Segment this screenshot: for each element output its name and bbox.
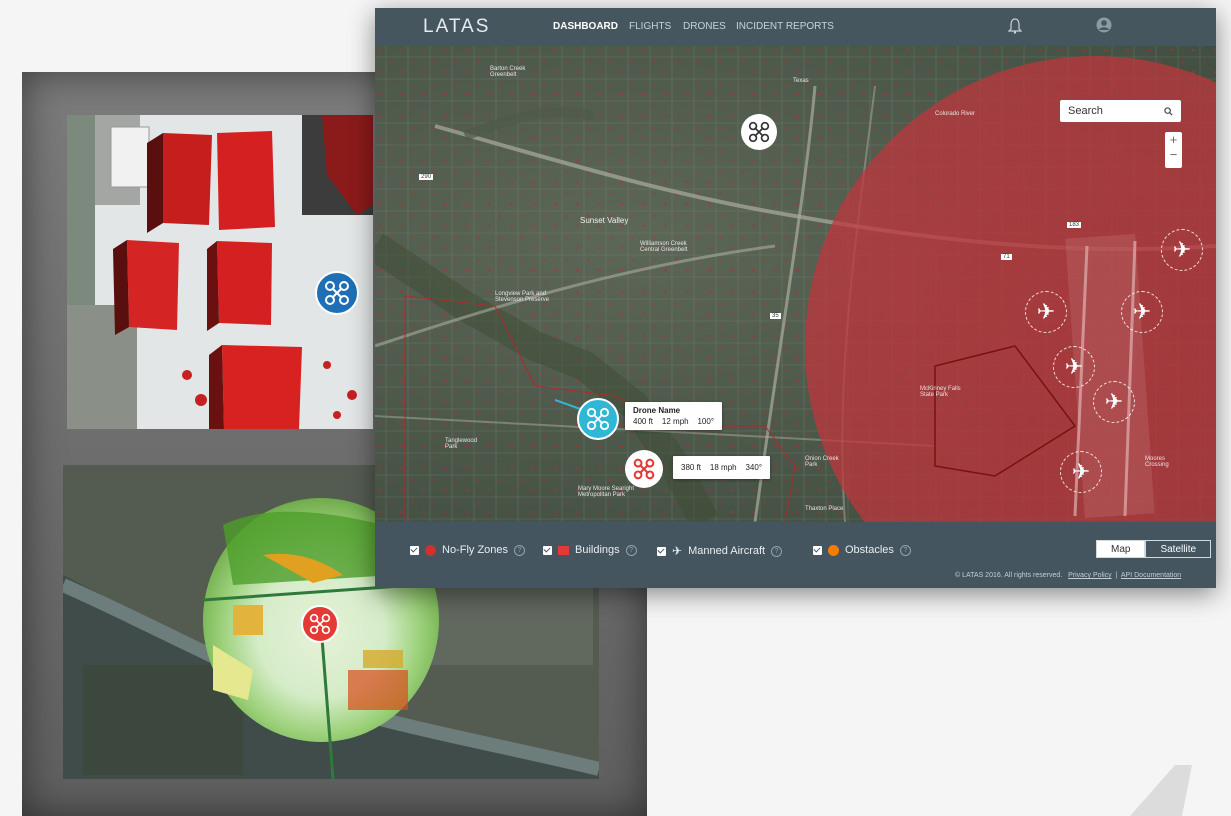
- plane-icon: ✈: [1071, 459, 1091, 484]
- nav-incident-reports[interactable]: INCIDENT REPORTS: [736, 21, 834, 32]
- zoom-control: + −: [1165, 132, 1182, 168]
- drone-speed: 12 mph: [661, 417, 689, 426]
- drone-icon: [586, 407, 610, 431]
- plane-icon: ✈: [672, 544, 683, 558]
- legend-label: Obstacles: [845, 544, 894, 556]
- drone-marker-red: [301, 605, 339, 643]
- legend-label: Buildings: [575, 544, 620, 556]
- manned-aircraft-marker[interactable]: ✈: [1053, 346, 1095, 388]
- api-documentation-link[interactable]: API Documentation: [1121, 572, 1181, 579]
- drone-altitude: 400 ft: [633, 417, 654, 426]
- drone-heading: 340°: [745, 463, 763, 472]
- drone-speed: 18 mph: [709, 463, 737, 472]
- search-placeholder: Search: [1068, 105, 1103, 117]
- legend-buildings[interactable]: Buildings ?: [543, 544, 637, 556]
- checkbox[interactable]: [543, 545, 552, 555]
- drone-marker-blue: [315, 271, 359, 315]
- map-label-longview: Longview Park and Stevenson Preserve: [495, 291, 550, 303]
- map-label-texas: Texas: [793, 78, 809, 84]
- map-label-mckinney: McKinney Falls State Park: [920, 386, 961, 398]
- plane-icon: ✈: [1036, 299, 1056, 324]
- drone-info-popup-red: 380 ft 18 mph 340°: [673, 456, 771, 479]
- manned-aircraft-marker[interactable]: ✈: [1161, 229, 1203, 271]
- checkbox[interactable]: [813, 545, 822, 555]
- map-label-colorado: Colorado River: [935, 111, 976, 117]
- map-label-hwy-290: 290: [419, 174, 434, 180]
- drone-icon: [748, 121, 770, 143]
- map-label-moores: Moores Crossing: [1145, 456, 1169, 468]
- legend-no-fly-zones[interactable]: No-Fly Zones ?: [410, 544, 526, 556]
- map-label-thaxton: Thaxton Place: [805, 506, 844, 512]
- legend-manned-aircraft[interactable]: ✈ Manned Aircraft ?: [657, 544, 783, 558]
- manned-aircraft-marker[interactable]: ✈: [1060, 451, 1102, 493]
- drone-info-popup-blue: Drone Name 400 ft 12 mph 100°: [625, 402, 723, 430]
- zoom-out-button[interactable]: −: [1170, 147, 1178, 162]
- map-type-toggle: Map Satellite: [1096, 540, 1212, 558]
- app-logo[interactable]: LATAS: [423, 16, 490, 38]
- drone-icon: [325, 281, 349, 305]
- drone-marker-white[interactable]: [741, 114, 777, 150]
- bell-icon[interactable]: [1008, 18, 1022, 34]
- help-icon[interactable]: ?: [625, 544, 637, 556]
- manned-aircraft-marker[interactable]: ✈: [1025, 291, 1067, 333]
- map-label-barton-creek: Barton Creek Greenbelt: [490, 66, 526, 78]
- map-label-williamson: Williamson Creek Central Greenbelt: [640, 241, 688, 253]
- map-label-sunset-valley: Sunset Valley: [580, 216, 629, 225]
- map-view[interactable]: Barton Creek Greenbelt Sunset Valley Wil…: [375, 46, 1216, 522]
- map-label-hwy-71: 71: [1001, 254, 1012, 260]
- circle-icon: [828, 544, 839, 556]
- nav-drones[interactable]: DRONES: [683, 21, 726, 32]
- search-icon[interactable]: [1164, 106, 1173, 116]
- plane-icon: ✈: [1172, 237, 1192, 262]
- user-icon[interactable]: [1096, 17, 1112, 33]
- manned-aircraft-marker[interactable]: ✈: [1121, 291, 1163, 333]
- help-icon[interactable]: ?: [899, 544, 911, 556]
- nav-dashboard[interactable]: DASHBOARD: [553, 21, 618, 32]
- legend-obstacles[interactable]: Obstacles ?: [813, 544, 911, 556]
- manned-aircraft-marker[interactable]: ✈: [1093, 381, 1135, 423]
- plane-icon: ✈: [1132, 299, 1152, 324]
- circle-icon: [425, 544, 436, 556]
- zoom-in-button[interactable]: +: [1170, 132, 1178, 147]
- copyright-text: © LATAS 2016. All rights reserved.: [955, 572, 1063, 579]
- map-label-tanglewood: Tanglewood Park: [445, 438, 478, 450]
- drone-altitude: 380 ft: [681, 463, 702, 472]
- map-toggle-button[interactable]: Map: [1096, 540, 1146, 558]
- help-icon[interactable]: ?: [514, 544, 526, 556]
- footer: © LATAS 2016. All rights reserved. Priva…: [955, 572, 1181, 579]
- map-label-hwy-35: 35: [770, 313, 781, 319]
- map-label-mary-moore: Mary Moore Searight Metropolitan Park: [578, 486, 635, 498]
- map-label-hwy-183: 183: [1067, 222, 1082, 228]
- drone-marker-blue[interactable]: [577, 398, 619, 440]
- drone-marker-red[interactable]: [625, 450, 663, 488]
- plane-icon: ✈: [1064, 354, 1084, 379]
- drone-heading: 100°: [697, 417, 715, 426]
- help-icon[interactable]: ?: [771, 545, 783, 557]
- latas-dashboard-window: LATAS DASHBOARD FLIGHTS DRONES INCIDENT …: [375, 8, 1216, 588]
- satellite-toggle-button[interactable]: Satellite: [1145, 540, 1212, 558]
- drone-icon: [633, 458, 655, 480]
- drone-icon: [309, 613, 331, 635]
- search-input[interactable]: Search: [1060, 100, 1181, 122]
- footer-separator: |: [1115, 572, 1118, 579]
- nav-flights[interactable]: FLIGHTS: [629, 21, 671, 32]
- privacy-policy-link[interactable]: Privacy Policy: [1068, 572, 1112, 579]
- map-label-onion-creek: Onion Creek Park: [805, 456, 839, 468]
- legend-label: Manned Aircraft: [688, 545, 766, 557]
- plane-icon: ✈: [1104, 389, 1124, 414]
- checkbox[interactable]: [657, 546, 666, 556]
- decorative-shape: [1130, 765, 1192, 816]
- top-navigation-bar: LATAS DASHBOARD FLIGHTS DRONES INCIDENT …: [375, 8, 1216, 46]
- buildings-3d-image: [67, 115, 373, 429]
- building-icon: [558, 545, 569, 555]
- checkbox[interactable]: [410, 545, 419, 555]
- legend-label: No-Fly Zones: [442, 544, 509, 556]
- drone-name: Drone Name: [633, 406, 681, 415]
